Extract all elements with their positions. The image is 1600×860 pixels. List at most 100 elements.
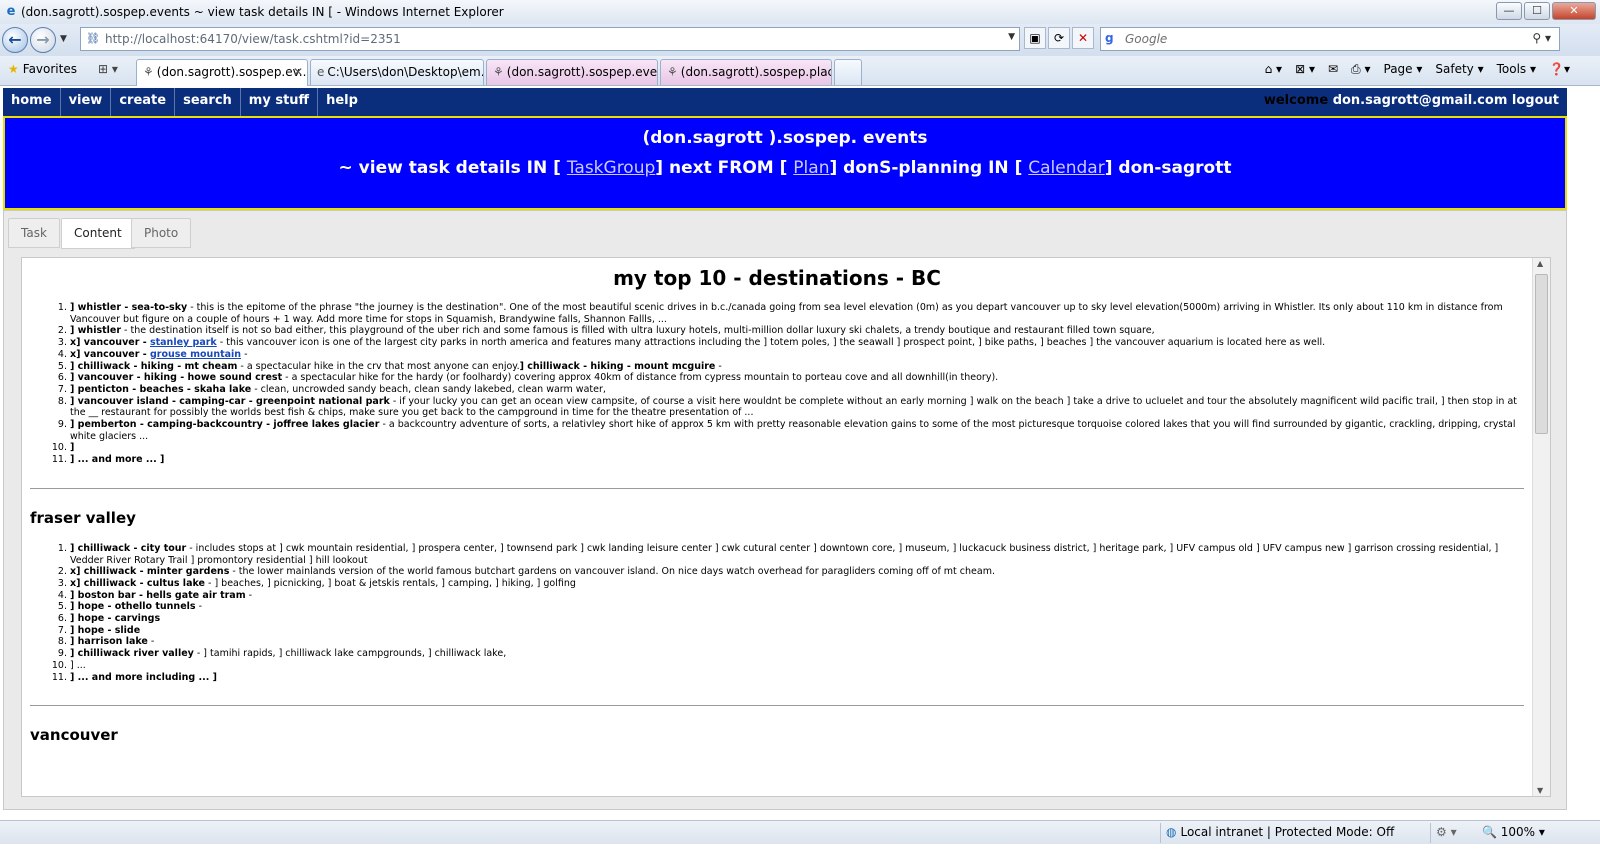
- scroll-down-icon[interactable]: ▼: [1537, 786, 1543, 795]
- list-item: ] ... and more ... ]: [70, 454, 1524, 466]
- forward-button[interactable]: →: [30, 27, 56, 53]
- read-mail-icon[interactable]: ✉: [1328, 62, 1338, 82]
- protected-mode-icon[interactable]: ⚙ ▾: [1436, 825, 1457, 839]
- top-destinations-list: ] whistler - sea-to-sky - this is the ep…: [66, 302, 1524, 466]
- zone-label: Local intranet | Protected Mode: Off: [1180, 825, 1395, 839]
- tab-label: C:\Users\don\Desktop\em...: [327, 65, 484, 79]
- list-item: ] harrison lake -: [70, 636, 1524, 648]
- zoom-level[interactable]: 🔍 100% ▾: [1482, 825, 1545, 839]
- welcome-area: welcome don.sagrott@gmail.com logout: [1264, 88, 1559, 114]
- section-heading-vancouver: vancouver: [30, 726, 118, 745]
- nav-create[interactable]: create: [111, 88, 176, 116]
- tools-menu[interactable]: Tools ▾: [1497, 62, 1536, 82]
- taskgroup-link[interactable]: TaskGroup: [567, 158, 655, 178]
- list-item: ] hope - slide: [70, 625, 1524, 637]
- bottom-strip: [0, 844, 1600, 860]
- list-item: ] pemberton - camping-backcountry - joff…: [70, 419, 1524, 442]
- list-item: ]: [70, 442, 1524, 454]
- tab-label: (don.sagrott).sospep.ev...: [156, 65, 308, 79]
- search-box[interactable]: g Google ⚲ ▾: [1100, 27, 1560, 51]
- breadcrumb-text: ] donS-planning IN [: [829, 158, 1023, 178]
- tab-content[interactable]: Content: [61, 218, 135, 249]
- command-bar: ⌂ ▾ ⊠ ▾ ✉ ⎙ ▾ Page ▾ Safety ▾ Tools ▾ ❓▾: [1265, 62, 1600, 82]
- feeds-icon[interactable]: ⊠ ▾: [1295, 62, 1315, 82]
- browser-tab-1[interactable]: ⚘ (don.sagrott).sospep.ev... ✕: [136, 59, 308, 86]
- safety-menu[interactable]: Safety ▾: [1435, 62, 1483, 82]
- content-panel: Task Content Photo my top 10 - destinati…: [3, 210, 1567, 810]
- google-icon: g: [1105, 31, 1114, 45]
- banner-title: (don.sagrott ).sospep. events: [642, 128, 928, 148]
- search-input[interactable]: Google: [1125, 32, 1167, 46]
- fraser-valley-list: ] chilliwack - city tour - includes stop…: [66, 543, 1524, 683]
- list-item: ] ...: [70, 660, 1524, 672]
- vertical-scrollbar[interactable]: ▲ ▼: [1532, 258, 1550, 796]
- browser-tab-2[interactable]: e C:\Users\don\Desktop\em...: [310, 59, 484, 85]
- content-body: my top 10 - destinations - BC ] whistler…: [30, 258, 1524, 760]
- list-item: ] boston bar - hells gate air tram -: [70, 590, 1524, 602]
- breadcrumb-text: ] don-sagrott: [1104, 158, 1232, 178]
- status-separator: [1160, 823, 1161, 843]
- grouse-mountain-link[interactable]: grouse mountain: [150, 349, 241, 360]
- security-zone[interactable]: ◍ Local intranet | Protected Mode: Off: [1166, 825, 1394, 839]
- tab-photo[interactable]: Photo: [131, 218, 192, 248]
- search-icon[interactable]: ⚲ ▾: [1532, 31, 1551, 45]
- breadcrumb-text: ~ view task details IN [: [338, 158, 561, 178]
- minimize-button[interactable]: —: [1496, 2, 1522, 20]
- home-icon[interactable]: ⌂ ▾: [1265, 62, 1282, 82]
- nav-help[interactable]: help: [318, 88, 366, 116]
- tab-task[interactable]: Task: [8, 218, 60, 248]
- list-item: x] chilliwack - minter gardens - the low…: [70, 566, 1524, 578]
- page-icon: ⛓: [86, 32, 100, 45]
- close-tab-icon[interactable]: ✕: [293, 60, 303, 84]
- site-icon: ⚘: [143, 65, 154, 79]
- browser-tab-3[interactable]: ⚘(don.sagrott).sospep.event...: [486, 59, 658, 85]
- refresh-icon[interactable]: ⟳: [1048, 27, 1070, 49]
- list-item: ] vancouver - hiking - howe sound crest …: [70, 372, 1524, 384]
- calendar-link[interactable]: Calendar: [1028, 158, 1104, 178]
- compatibility-view-icon[interactable]: ▣: [1024, 27, 1046, 49]
- list-item: ] vancouver island - camping-car - green…: [70, 396, 1524, 419]
- favorites-button[interactable]: ★ Favorites: [8, 62, 77, 76]
- maximize-button[interactable]: ☐: [1524, 2, 1550, 20]
- nav-my-stuff[interactable]: my stuff: [241, 88, 319, 116]
- plan-link[interactable]: Plan: [793, 158, 829, 178]
- stop-icon[interactable]: ✕: [1072, 27, 1094, 49]
- ie-logo-icon: e: [6, 4, 16, 19]
- welcome-word: welcome: [1263, 93, 1329, 108]
- scrollbar-thumb[interactable]: [1535, 274, 1548, 434]
- logout-link[interactable]: logout: [1512, 93, 1559, 108]
- list-item: ] chilliwack river valley - ] tamihi rap…: [70, 648, 1524, 660]
- divider: [30, 487, 1524, 489]
- close-window-button[interactable]: ✕: [1552, 2, 1596, 20]
- list-item: ] hope - othello tunnels -: [70, 601, 1524, 613]
- site-navbar: home view create search my stuff help welcome…: [3, 88, 1567, 116]
- globe-icon: ◍: [1166, 825, 1177, 839]
- address-url[interactable]: http://localhost:64170/view/task.cshtml?…: [105, 32, 401, 46]
- recent-pages-dropdown[interactable]: ▼: [60, 34, 67, 44]
- stanley-park-link[interactable]: stanley park: [150, 337, 217, 348]
- tab-label: (don.sagrott).sospep.event...: [506, 65, 658, 79]
- browser-tab-4[interactable]: ⚘(don.sagrott).sospep.place...: [660, 59, 832, 85]
- print-icon[interactable]: ⎙ ▾: [1351, 62, 1370, 82]
- page-menu[interactable]: Page ▾: [1384, 62, 1423, 82]
- quick-tabs-icon[interactable]: ⊞ ▾: [98, 62, 132, 82]
- back-button[interactable]: ←: [2, 27, 28, 53]
- list-item: ] ... and more including ... ]: [70, 672, 1524, 684]
- address-dropdown-icon[interactable]: ▼: [1008, 32, 1015, 42]
- site-icon: ⚘: [493, 65, 504, 79]
- window-controls: — ☐ ✕: [1496, 2, 1596, 20]
- user-email[interactable]: don.sagrott@gmail.com: [1333, 93, 1508, 108]
- address-bar[interactable]: ⛓ http://localhost:64170/view/task.cshtm…: [80, 27, 1020, 51]
- new-tab-button[interactable]: [834, 59, 862, 85]
- status-separator: [1430, 823, 1431, 843]
- help-menu[interactable]: ❓▾: [1549, 62, 1570, 82]
- nav-view[interactable]: view: [61, 88, 112, 116]
- list-item: x] vancouver - grouse mountain -: [70, 349, 1524, 361]
- scroll-up-icon[interactable]: ▲: [1537, 259, 1543, 268]
- address-toolbar: ← → ▼ ⛓ http://localhost:64170/view/task…: [0, 24, 1600, 56]
- banner-breadcrumb: ~ view task details IN [ TaskGroup] next…: [5, 158, 1565, 178]
- nav-search[interactable]: search: [175, 88, 241, 116]
- divider: [30, 705, 1524, 707]
- nav-home[interactable]: home: [3, 88, 61, 116]
- star-icon: ★: [8, 62, 19, 76]
